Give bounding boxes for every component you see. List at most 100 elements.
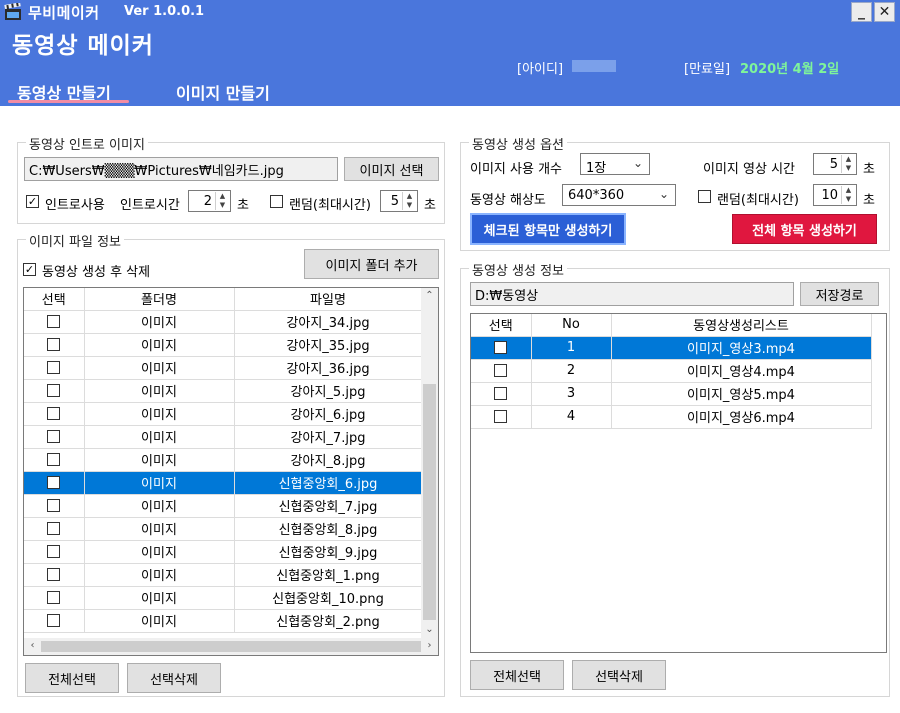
image-select-all-button[interactable]: 전체선택 (25, 663, 119, 693)
create-all-button[interactable]: 전체 항목 생성하기 (732, 214, 877, 244)
table-row[interactable]: 이미지 신협중앙회_2.png (24, 609, 423, 633)
row-checkbox-cell[interactable] (24, 586, 85, 610)
stepper-arrows-icon[interactable]: ▲ ▼ (841, 186, 855, 204)
image-files-legend: 이미지 파일 정보 (26, 231, 124, 250)
table-row[interactable]: 3 이미지_영상5.mp4 (471, 382, 872, 406)
chevron-down-icon[interactable]: ⌄ (659, 187, 669, 201)
row-checkbox-cell[interactable] (24, 425, 85, 449)
row-checkbox[interactable] (47, 545, 61, 558)
save-path-button[interactable]: 저장경로 (800, 282, 879, 306)
row-checkbox[interactable] (47, 384, 61, 397)
folder-cell: 이미지 (84, 563, 235, 587)
row-checkbox[interactable] (47, 476, 61, 489)
intro-time-stepper[interactable]: 2 ▲ ▼ (188, 190, 231, 212)
create-checked-button[interactable]: 체크된 항목만 생성하기 (470, 213, 626, 245)
add-image-folder-button[interactable]: 이미지 폴더 추가 (304, 249, 439, 279)
table-row[interactable]: 이미지 강아지_8.jpg (24, 448, 423, 472)
options-random-stepper[interactable]: 10 ▲ ▼ (813, 184, 857, 206)
video-delete-selected-button[interactable]: 선택삭제 (572, 660, 666, 690)
table-row[interactable]: 이미지 신협중앙회_7.jpg (24, 494, 423, 518)
row-checkbox-cell[interactable] (24, 448, 85, 472)
table-row[interactable]: 이미지 신협중앙회_8.jpg (24, 517, 423, 541)
image-delete-selected-button[interactable]: 선택삭제 (127, 663, 221, 693)
row-checkbox-cell[interactable] (24, 356, 85, 380)
table-row[interactable]: 이미지 신협중앙회_6.jpg (24, 471, 423, 495)
row-checkbox[interactable] (494, 341, 508, 354)
chevron-down-icon[interactable]: ⌄ (633, 156, 643, 170)
row-checkbox[interactable] (47, 407, 61, 420)
column-header-select[interactable]: 선택 (471, 314, 532, 337)
table-row[interactable]: 이미지 강아지_34.jpg (24, 310, 423, 334)
video-save-path-field[interactable]: D:₩동영상 (470, 282, 794, 306)
row-checkbox[interactable] (47, 568, 61, 581)
table-row[interactable]: 이미지 신협중앙회_10.png (24, 586, 423, 610)
row-checkbox[interactable] (47, 591, 61, 604)
scroll-down-icon[interactable]: ⌄ (421, 624, 438, 635)
table-row[interactable]: 이미지 강아지_6.jpg (24, 402, 423, 426)
row-checkbox-cell[interactable] (471, 336, 532, 360)
stepper-arrows-icon[interactable]: ▲ ▼ (841, 155, 855, 173)
table-row[interactable]: 4 이미지_영상6.mp4 (471, 405, 872, 429)
row-checkbox-cell[interactable] (24, 517, 85, 541)
row-checkbox-cell[interactable] (24, 379, 85, 403)
stepper-arrows-icon[interactable]: ▲ ▼ (402, 192, 416, 210)
row-checkbox[interactable] (47, 361, 61, 374)
intro-random-stepper[interactable]: 5 ▲ ▼ (380, 190, 418, 212)
minimize-button[interactable]: _ (851, 2, 872, 22)
column-header-select[interactable]: 선택 (24, 288, 85, 311)
column-header-no[interactable]: No (531, 314, 612, 337)
close-button[interactable]: ✕ (874, 2, 895, 22)
row-checkbox-cell[interactable] (24, 310, 85, 334)
table-row[interactable]: 이미지 신협중앙회_1.png (24, 563, 423, 587)
row-checkbox[interactable] (494, 410, 508, 423)
row-checkbox[interactable] (47, 453, 61, 466)
tab-make-image[interactable]: 이미지 만들기 (176, 80, 270, 104)
scroll-up-icon[interactable]: ⌃ (421, 290, 438, 301)
image-count-select[interactable]: 1장 ⌄ (580, 153, 650, 176)
row-checkbox-cell[interactable] (471, 359, 532, 383)
delete-after-checkbox[interactable]: ✓ (23, 263, 36, 276)
table-row[interactable]: 이미지 강아지_5.jpg (24, 379, 423, 403)
row-checkbox-cell[interactable] (24, 471, 85, 495)
column-header-file[interactable]: 파일명 (234, 288, 423, 311)
stepper-arrows-icon[interactable]: ▲ ▼ (215, 192, 229, 210)
intro-random-checkbox[interactable] (270, 195, 283, 208)
row-checkbox[interactable] (47, 430, 61, 443)
row-checkbox[interactable] (47, 614, 61, 627)
table-row[interactable]: 2 이미지_영상4.mp4 (471, 359, 872, 383)
row-checkbox[interactable] (494, 364, 508, 377)
vscroll-thumb[interactable] (423, 384, 436, 620)
select-image-button[interactable]: 이미지 선택 (344, 157, 439, 181)
row-checkbox-cell[interactable] (24, 333, 85, 357)
row-checkbox-cell[interactable] (24, 494, 85, 518)
column-header-video-list[interactable]: 동영상생성리스트 (611, 314, 872, 337)
scroll-left-icon[interactable]: ‹ (24, 640, 41, 651)
image-table-hscrollbar[interactable]: ‹ › (24, 638, 438, 655)
row-checkbox-cell[interactable] (24, 402, 85, 426)
intro-path-field[interactable]: C:₩Users₩▒▒▒₩Pictures₩네임카드.jpg (24, 157, 338, 181)
row-checkbox[interactable] (47, 338, 61, 351)
scroll-right-icon[interactable]: › (421, 640, 438, 651)
row-checkbox-cell[interactable] (471, 382, 532, 406)
row-checkbox-cell[interactable] (24, 563, 85, 587)
table-row[interactable]: 이미지 신협중앙회_9.jpg (24, 540, 423, 564)
table-row[interactable]: 1 이미지_영상3.mp4 (471, 336, 872, 360)
table-row[interactable]: 이미지 강아지_35.jpg (24, 333, 423, 357)
row-checkbox-cell[interactable] (24, 609, 85, 633)
hscroll-thumb[interactable] (41, 641, 421, 652)
image-time-stepper[interactable]: 5 ▲ ▼ (813, 153, 857, 175)
video-select-all-button[interactable]: 전체선택 (470, 660, 564, 690)
table-row[interactable]: 이미지 강아지_7.jpg (24, 425, 423, 449)
use-intro-checkbox[interactable]: ✓ (26, 195, 39, 208)
row-checkbox[interactable] (494, 387, 508, 400)
row-checkbox[interactable] (47, 315, 61, 328)
table-row[interactable]: 이미지 강아지_36.jpg (24, 356, 423, 380)
row-checkbox-cell[interactable] (24, 540, 85, 564)
column-header-folder[interactable]: 폴더명 (84, 288, 235, 311)
resolution-select[interactable]: 640*360 ⌄ (562, 184, 676, 206)
options-random-checkbox[interactable] (698, 190, 711, 203)
row-checkbox-cell[interactable] (471, 405, 532, 429)
row-checkbox[interactable] (47, 522, 61, 535)
image-table-vscrollbar[interactable]: ⌃ ⌄ (421, 288, 438, 638)
row-checkbox[interactable] (47, 499, 61, 512)
